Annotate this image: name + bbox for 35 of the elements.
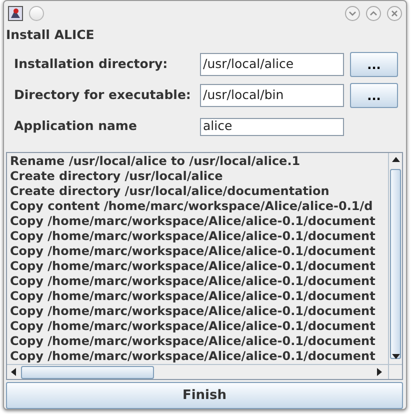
field-label: Directory for executable: <box>14 86 192 104</box>
log-line: Copy /home/marc/workspace/Alice/alice-0.1/document <box>10 274 376 290</box>
finish-button[interactable]: Finish <box>6 382 403 409</box>
log-line: Copy /home/marc/workspace/Alice/alice-0.1/document <box>10 319 376 334</box>
field-label: Application name <box>14 117 138 136</box>
text-field[interactable]: /usr/local/bin <box>200 84 344 108</box>
log-line: Copy /home/marc/workspace/Alice/alice-0.1/document <box>10 259 376 274</box>
text-field[interactable]: /usr/local/alice <box>200 53 344 76</box>
log-line: Copy /home/marc/workspace/Alice/alice-0.1/document <box>10 304 376 320</box>
scroll-down-arrow[interactable] <box>392 354 400 360</box>
log-line: Copy /home/marc/workspace/Alice/alice-0.1/document <box>10 334 376 350</box>
log-line: Copy /home/marc/workspace/Alice/alice-0.1/document <box>10 229 376 244</box>
vertical-scrollbar-thumb[interactable] <box>390 169 401 360</box>
scroll-up-arrow[interactable] <box>392 157 400 162</box>
log-line: Copy /home/marc/workspace/Alice/alice-0.1/document <box>10 349 376 364</box>
log-line: Create directory /usr/local/alice <box>10 169 224 184</box>
horizontal-scrollbar-thumb[interactable] <box>21 366 154 379</box>
minimize-button[interactable] <box>345 6 360 22</box>
app-icon <box>8 6 23 22</box>
log-line: Copy /home/marc/workspace/Alice/alice-0.1/document <box>10 244 376 260</box>
dialog-title: Install ALICE <box>5 26 96 44</box>
maximize-button[interactable] <box>366 6 381 22</box>
field-label: Installation directory: <box>14 55 169 74</box>
scroll-left-arrow[interactable] <box>11 368 16 376</box>
log-line: Copy /home/marc/workspace/Alice/alice-0.1/document <box>10 289 376 304</box>
scroll-right-arrow[interactable] <box>377 368 382 376</box>
text-field[interactable]: alice <box>200 118 344 136</box>
browse-button[interactable]: ... <box>350 83 398 108</box>
log-line: Rename /usr/local/alice to /usr/local/alice.1 <box>10 154 302 170</box>
log-line: Create directory /usr/local/alice/documentation <box>10 184 330 200</box>
log-line: Copy /home/marc/workspace/Alice/alice-0.1/document <box>10 214 376 230</box>
close-button[interactable] <box>387 6 402 22</box>
log-line: Copy content /home/marc/workspace/Alice/alice-0.1/d <box>10 199 374 214</box>
browse-button[interactable]: ... <box>350 52 398 78</box>
menu-button[interactable] <box>29 6 44 22</box>
